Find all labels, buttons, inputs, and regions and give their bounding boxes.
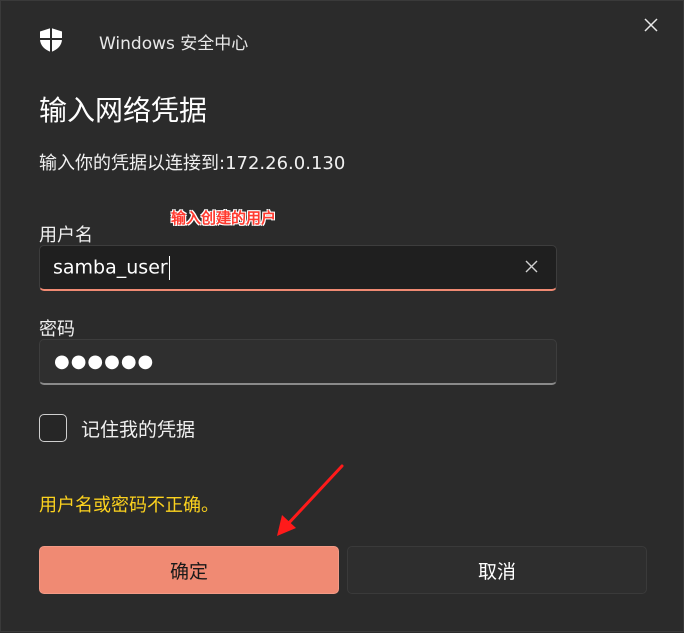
password-label: 密码 [39,319,75,340]
clear-input-button[interactable] [520,256,542,278]
clear-icon [525,258,538,277]
password-field[interactable]: ●●●●●● [39,339,557,385]
username-label: 用户名 [39,225,93,246]
ok-button[interactable]: 确定 [39,546,339,594]
username-field[interactable]: samba_user [39,245,557,291]
password-value: ●●●●●● [54,351,155,372]
text-caret [168,255,170,280]
close-button[interactable] [629,9,673,45]
cancel-button[interactable]: 取消 [347,546,647,594]
annotation-label: 输入创建的用户 [171,209,277,227]
remember-label: 记住我的凭据 [81,419,196,441]
remember-checkbox[interactable] [39,414,67,442]
close-icon [643,17,659,37]
title-bar: Windows 安全中心 [1,1,684,61]
dialog-heading: 输入网络凭据 [39,94,208,127]
username-value: samba_user [53,255,170,280]
app-title: Windows 安全中心 [99,34,249,54]
dialog-subtitle: 输入你的凭据以连接到:172.26.0.130 [39,153,346,174]
credential-dialog: Windows 安全中心 输入网络凭据 输入你的凭据以连接到:172.26.0.… [0,0,684,632]
shield-icon [39,27,63,53]
error-message: 用户名或密码不正确。 [39,495,219,516]
